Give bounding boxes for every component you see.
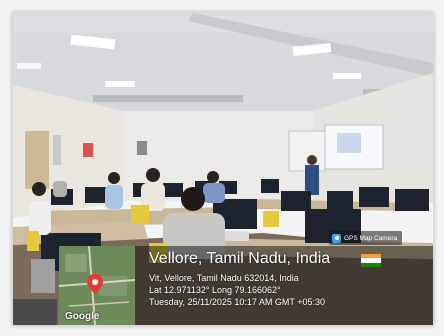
- gps-app-badge-label: GPS Map Camera: [344, 234, 398, 242]
- gps-info-panel: Google Vellore, Tamil Nadu, India Vit, V…: [59, 246, 433, 325]
- coordinates-line: Lat 12.971132° Long 79.166062°: [149, 285, 281, 295]
- camera-icon: [332, 233, 341, 243]
- classroom-photo: GPS Map Camera Google Vellore, Tamil Nad…: [12, 12, 434, 326]
- map-thumbnail: Google: [59, 246, 135, 325]
- flag-band-green: [361, 262, 381, 267]
- map-brand: Google: [65, 311, 100, 322]
- address-line: Vit, Vellore, Tamil Nadu 632014, India: [149, 273, 299, 283]
- photo-frame: GPS Map Camera Google Vellore, Tamil Nad…: [0, 0, 444, 336]
- india-flag-icon: [361, 254, 381, 267]
- datetime-line: Tuesday, 25/11/2025 10:17 AM GMT +05:30: [149, 297, 326, 307]
- location-title: Vellore, Tamil Nadu, India: [149, 250, 331, 267]
- gps-app-badge: GPS Map Camera: [329, 231, 403, 245]
